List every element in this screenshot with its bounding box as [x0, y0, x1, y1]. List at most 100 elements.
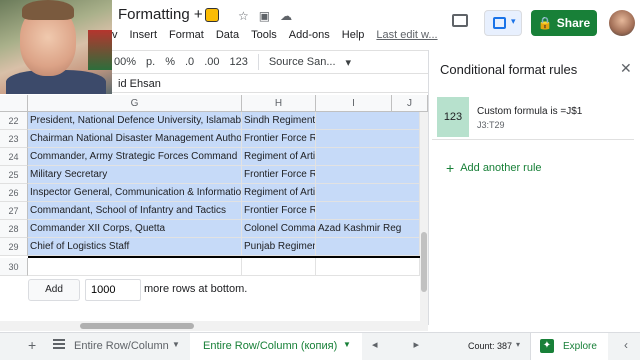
table-cell[interactable]: [242, 258, 316, 276]
row-header[interactable]: 25: [0, 166, 28, 184]
comment-icon[interactable]: [452, 14, 468, 27]
rule-description: Custom formula is =J$1: [477, 106, 583, 117]
table-cell[interactable]: Chairman National Disaster Management Au…: [28, 130, 242, 148]
chevron-down-icon[interactable]: ▾: [516, 340, 520, 349]
row-header[interactable]: 22: [0, 112, 28, 130]
table-cell[interactable]: [316, 184, 420, 202]
corner-header[interactable]: [0, 95, 28, 112]
present-icon: [493, 17, 506, 29]
rows-count-input[interactable]: [85, 279, 141, 301]
webcam-overlay: [0, 0, 112, 94]
title-icons: ☆ ▣ ☁: [238, 9, 292, 23]
table-cell[interactable]: [316, 148, 420, 166]
menu-help[interactable]: Help: [342, 29, 365, 41]
star-icon[interactable]: ☆: [238, 9, 249, 23]
menu-insert[interactable]: Insert: [130, 29, 158, 41]
table-cell[interactable]: Chief of Logistics Staff: [28, 238, 242, 256]
table-cell[interactable]: [316, 238, 420, 256]
rule-preview-swatch: 123: [437, 97, 469, 137]
zoom-select[interactable]: 00%: [114, 56, 136, 68]
table-cell[interactable]: [28, 258, 242, 276]
row-header[interactable]: 27: [0, 202, 28, 220]
add-sheet-icon[interactable]: +: [28, 337, 36, 353]
column-header-j[interactable]: J: [392, 95, 428, 112]
toolbar: 00% p. % .0 .00 123 Source San... ▾: [112, 50, 428, 74]
close-icon[interactable]: ✕: [620, 60, 632, 77]
table-cell[interactable]: [316, 166, 420, 184]
menu-data[interactable]: Data: [216, 29, 239, 41]
row-header[interactable]: 29: [0, 238, 28, 256]
row-header[interactable]: 26: [0, 184, 28, 202]
move-folder-icon[interactable]: ▣: [259, 9, 270, 23]
explore-button[interactable]: ✦ Explore: [530, 333, 608, 360]
chevron-down-icon: ▾: [511, 16, 516, 26]
rule-range: J3:T29: [477, 120, 505, 130]
lock-small-icon: 🔒: [537, 16, 553, 30]
menu-tools[interactable]: Tools: [251, 29, 277, 41]
row-header[interactable]: 30: [0, 258, 28, 276]
rows-label: more rows at bottom.: [144, 283, 248, 295]
table-cell[interactable]: Frontier Force Regiment: [242, 166, 316, 184]
chevron-down-icon[interactable]: ▾: [346, 56, 352, 69]
present-button[interactable]: ▾: [484, 10, 522, 36]
explore-icon: ✦: [540, 339, 554, 353]
plus-icon: +: [446, 160, 455, 176]
table-cell[interactable]: Military Secretary: [28, 166, 242, 184]
table-cell[interactable]: Frontier Force Regiment: [242, 130, 316, 148]
column-header-h[interactable]: H: [242, 95, 316, 112]
lock-icon: [205, 8, 219, 22]
currency-button[interactable]: p.: [146, 56, 155, 68]
arrow-right-icon[interactable]: ▸: [414, 338, 420, 351]
conditional-format-panel: [428, 50, 640, 325]
column-header-g[interactable]: G: [28, 95, 242, 112]
increase-decimal-button[interactable]: .00: [204, 56, 219, 68]
table-cell[interactable]: [316, 202, 420, 220]
format-select[interactable]: 123: [229, 56, 247, 68]
column-header-i[interactable]: I: [316, 95, 392, 112]
menu-format[interactable]: Format: [169, 29, 204, 41]
sheet-tab-active[interactable]: Entire Row/Column (копия): [190, 333, 362, 360]
arrow-left-icon[interactable]: ◂: [372, 338, 378, 351]
document-title[interactable]: Formatting + $: [118, 6, 215, 23]
table-cell[interactable]: Azad Kashmir Reg: [316, 220, 420, 238]
table-cell[interactable]: [316, 258, 420, 276]
all-sheets-icon[interactable]: [53, 339, 65, 349]
vertical-scrollbar[interactable]: [420, 112, 428, 322]
table-cell[interactable]: [316, 112, 420, 130]
table-cell[interactable]: Colonel Comman: [242, 220, 316, 238]
table-cell[interactable]: Frontier Force Regiment: [242, 202, 316, 220]
share-button[interactable]: 🔒 Share: [531, 10, 597, 36]
table-cell[interactable]: Commander, Army Strategic Forces Command: [28, 148, 242, 166]
chevron-left-icon[interactable]: ‹: [624, 338, 628, 352]
table-cell[interactable]: Inspector General, Communication & Infor…: [28, 184, 242, 202]
toolbar-divider: [257, 54, 259, 70]
row-header[interactable]: 23: [0, 130, 28, 148]
chevron-down-icon[interactable]: ▼: [343, 340, 351, 349]
table-cell[interactable]: Punjab Regiment: [242, 238, 316, 256]
row-header[interactable]: 24: [0, 148, 28, 166]
table-cell[interactable]: Sindh Regiment: [242, 112, 316, 130]
last-edit-link[interactable]: Last edit w...: [376, 29, 437, 41]
row-header[interactable]: 28: [0, 220, 28, 238]
table-cell[interactable]: [316, 130, 420, 148]
table-cell[interactable]: President, National Defence University, …: [28, 112, 242, 130]
menu-view[interactable]: v: [112, 29, 118, 41]
avatar[interactable]: [609, 10, 635, 36]
percent-button[interactable]: %: [165, 56, 175, 68]
add-rows-button[interactable]: Add: [28, 279, 80, 301]
table-cell[interactable]: Regiment of Artillery: [242, 184, 316, 202]
sheet-tab-entire-row-column[interactable]: Entire Row/Column: [74, 340, 169, 352]
table-cell[interactable]: Commandant, School of Infantry and Tacti…: [28, 202, 242, 220]
font-select[interactable]: Source San...: [269, 56, 336, 68]
panel-title: Conditional format rules: [440, 62, 578, 77]
cloud-icon: ☁: [280, 9, 293, 23]
formula-bar[interactable]: id Ehsan: [112, 75, 428, 93]
table-cell[interactable]: Commander XII Corps, Quetta: [28, 220, 242, 238]
horizontal-scrollbar[interactable]: [0, 321, 428, 331]
chevron-down-icon[interactable]: ▼: [172, 340, 180, 349]
add-rule-button[interactable]: + Add another rule: [446, 160, 542, 176]
table-cell[interactable]: Regiment of Artillery: [242, 148, 316, 166]
menu-addons[interactable]: Add-ons: [289, 29, 330, 41]
decrease-decimal-button[interactable]: .0: [185, 56, 194, 68]
count-summary[interactable]: Count: 387: [468, 341, 512, 351]
